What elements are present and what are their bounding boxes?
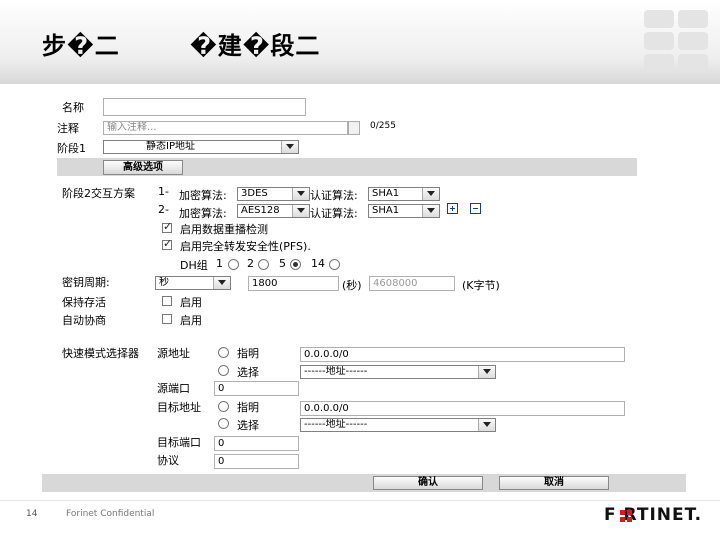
dh-option-14-label: 14: [311, 257, 325, 270]
dh-option-1-radio[interactable]: [228, 259, 239, 270]
destination-address-input[interactable]: 0.0.0.0/0: [300, 401, 625, 416]
proposal-1-enc-value: 3DES: [241, 188, 268, 199]
fortinet-logo: F RTINET.: [604, 505, 702, 525]
dh-option-2-radio[interactable]: [258, 259, 269, 270]
comment-input[interactable]: 输入注释...: [103, 121, 348, 135]
lifetime-unit-value: 秒: [159, 277, 169, 288]
destination-port-input[interactable]: 0: [214, 436, 299, 451]
name-label: 名称: [62, 101, 84, 114]
phase1-select[interactable]: 静态IP地址: [103, 140, 299, 154]
proposal-1-auth-select[interactable]: SHA1: [368, 187, 440, 201]
chevron-down-icon: [478, 419, 495, 431]
phase1-select-value: 静态IP地址: [146, 141, 195, 152]
proposal-2-enc-select[interactable]: AES128: [237, 204, 310, 218]
dh-option-2-label: 2: [247, 257, 254, 270]
lifetime-kb-input[interactable]: 4608000: [369, 276, 455, 291]
advanced-options-button[interactable]: 高级选项: [103, 160, 183, 175]
chevron-down-icon: [422, 188, 439, 200]
replay-detection-checkbox[interactable]: [162, 220, 172, 233]
protocol-input[interactable]: 0: [214, 454, 299, 469]
remove-proposal-icon[interactable]: [470, 203, 481, 214]
keepalive-enable-label: 启用: [180, 296, 202, 309]
replay-detection-label: 启用数据重播检测: [180, 223, 268, 236]
destination-address-label: 目标地址: [157, 401, 201, 414]
dh-option-1-label: 1: [216, 257, 223, 270]
source-address-input[interactable]: 0.0.0.0/0: [300, 347, 625, 362]
dh-group-label: DH组: [180, 259, 208, 272]
destination-port-label: 目标端口: [157, 436, 201, 449]
lifetime-seconds-input[interactable]: 1800: [248, 276, 339, 291]
comment-label: 注释: [57, 122, 79, 135]
name-input[interactable]: [103, 98, 306, 116]
chevron-down-icon: [292, 205, 309, 217]
fortinet-logo-text: F RTINET.: [604, 505, 703, 525]
proposal-2-auth-label: 认证算法:: [310, 207, 358, 220]
proposal-2-auth-select[interactable]: SHA1: [368, 204, 440, 218]
confidential-note: Forinet Confidential: [66, 509, 155, 519]
source-specify-radio[interactable]: [218, 347, 229, 358]
source-port-input[interactable]: 0: [214, 381, 299, 396]
keepalive-checkbox[interactable]: [162, 296, 172, 306]
phase1-label: 阶段1: [57, 142, 86, 155]
dh-option-5-radio[interactable]: [290, 259, 301, 270]
lifetime-unit-select[interactable]: 秒: [155, 276, 231, 290]
proposal-1-auth-value: SHA1: [372, 188, 400, 199]
comment-count: 0/255: [370, 121, 396, 131]
source-select-label: 选择: [237, 366, 259, 379]
destination-specify-radio[interactable]: [218, 401, 229, 412]
chevron-down-icon: [292, 188, 309, 200]
proposal-1-auth-label: 认证算法:: [310, 189, 358, 202]
proposal-2-enc-value: AES128: [241, 205, 280, 216]
pfs-checkbox[interactable]: [162, 237, 172, 250]
slide-title-phase: �建�段二: [190, 32, 321, 60]
autonegotiate-label: 自动协商: [62, 314, 106, 327]
autonegotiate-checkbox[interactable]: [162, 314, 172, 324]
source-address-select-value: ------地址------: [304, 366, 368, 377]
proposal-label: 阶段2交互方案: [62, 187, 135, 200]
destination-address-select-value: ------地址------: [304, 419, 368, 430]
proposal-2-auth-value: SHA1: [372, 205, 400, 216]
destination-address-select[interactable]: ------地址------: [300, 418, 496, 432]
slide-title-step: 步�二: [42, 32, 120, 60]
proposal-1-enc-label: 加密算法:: [179, 189, 227, 202]
chevron-down-icon: [281, 141, 298, 153]
source-specify-label: 指明: [237, 347, 259, 360]
kb-unit-label: (K字节): [462, 279, 500, 292]
dh-option-5-label: 5: [279, 257, 286, 270]
logo-grid-icon: [620, 510, 632, 522]
proposal-2-enc-label: 加密算法:: [179, 207, 227, 220]
add-proposal-icon[interactable]: [447, 203, 458, 214]
keepalive-label: 保持存活: [62, 296, 106, 309]
quick-mode-selector-label: 快速模式选择器: [62, 347, 139, 360]
autonegotiate-enable-label: 启用: [180, 314, 202, 327]
cancel-button[interactable]: 取消: [499, 476, 609, 490]
source-address-select[interactable]: ------地址------: [300, 365, 496, 379]
destination-specify-label: 指明: [237, 401, 259, 414]
source-port-label: 源端口: [157, 382, 190, 395]
proposal-1-number: 1-: [158, 185, 169, 198]
destination-select-radio[interactable]: [218, 418, 229, 429]
page-number: 14: [26, 509, 38, 519]
dh-option-14-radio[interactable]: [329, 259, 340, 270]
seconds-unit-label: (秒): [342, 279, 362, 292]
comment-resize-handle[interactable]: [348, 121, 360, 135]
pfs-label: 启用完全转发安全性(PFS).: [180, 240, 311, 253]
footer-divider: [0, 500, 720, 501]
chevron-down-icon: [422, 205, 439, 217]
proposal-1-enc-select[interactable]: 3DES: [237, 187, 310, 201]
lifetime-label: 密钥周期:: [62, 276, 110, 289]
corner-decoration: [640, 8, 720, 78]
ok-button[interactable]: 确认: [373, 476, 483, 490]
source-select-radio[interactable]: [218, 365, 229, 376]
proposal-2-number: 2-: [158, 203, 169, 216]
protocol-label: 协议: [157, 454, 179, 467]
chevron-down-icon: [478, 366, 495, 378]
chevron-down-icon: [213, 277, 230, 289]
source-address-label: 源地址: [157, 347, 190, 360]
destination-select-label: 选择: [237, 419, 259, 432]
